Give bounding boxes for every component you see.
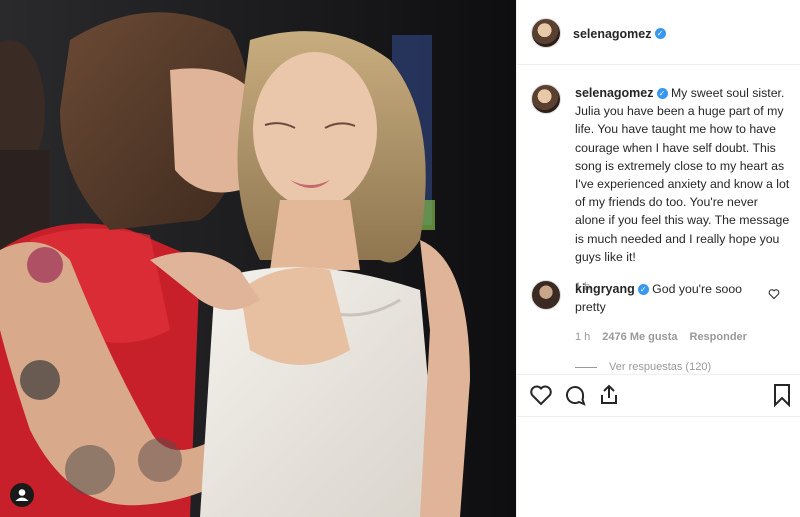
comment-like-heart-icon[interactable] [768,287,780,305]
caption-username[interactable]: selenagomez [575,86,654,100]
user-tag-icon[interactable] [10,483,34,507]
caption-avatar[interactable] [531,84,561,114]
author-avatar[interactable] [531,18,561,48]
comment-meta: 1 h 2476 Me gusta Responder [575,328,765,346]
verified-icon: ✓ [656,88,668,100]
post-sidebar: selenagomez ✓ selenagomez ✓ My sweet soul … [516,0,800,517]
share-icon[interactable] [597,383,621,407]
replies-divider [575,366,597,368]
caption: selenagomez ✓ My sweet soul sister. Julia… [575,84,790,296]
bookmark-icon[interactable] [771,383,793,407]
verified-icon: ✓ [654,28,666,40]
commenter-username[interactable]: kingryang [575,282,635,296]
reply-button[interactable]: Responder [690,328,747,346]
user-tag-glyph [15,489,29,501]
author-username[interactable]: selenagomez [573,27,652,41]
action-bar [517,374,800,417]
author-row: selenagomez ✓ [573,25,666,43]
comment-time[interactable]: 1 h [575,328,590,346]
post-photo[interactable] [0,0,516,517]
photo-illustration [0,0,516,517]
caption-text: My sweet soul sister. Julia you have bee… [575,86,790,264]
post-header: selenagomez ✓ [517,0,800,65]
comment-icon[interactable] [563,383,587,407]
section-divider [517,416,800,417]
commenter-avatar[interactable] [531,280,561,310]
verified-icon: ✓ [637,284,649,296]
comment: kingryang ✓ God you're sooo pretty 1 h 24… [575,280,765,376]
heart-icon[interactable] [529,383,553,407]
comment-likes[interactable]: 2476 Me gusta [602,328,677,346]
